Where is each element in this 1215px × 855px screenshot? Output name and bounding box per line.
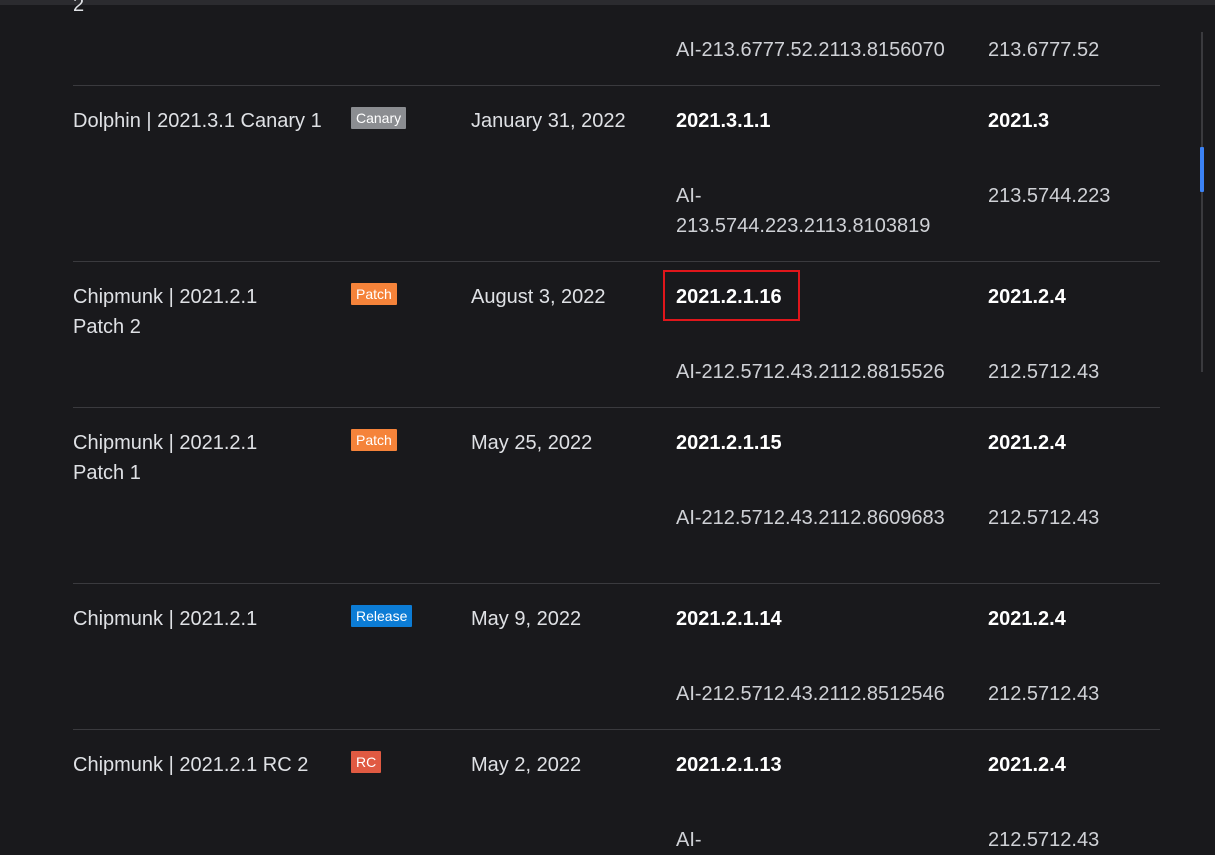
rc-badge: RC (351, 751, 382, 773)
release-date: January 31, 2022 (471, 110, 626, 132)
table-row: Chipmunk | 2021.2.1 Patch 2 Patch August… (73, 262, 1160, 408)
ai-build: AI-212.5712.43.2112.8609683 (676, 507, 945, 529)
ai-build: AI-212.5712.43.2112.8815526 (676, 361, 945, 383)
intellij-version: 2021.2.4 (988, 432, 1066, 454)
release-date: May 9, 2022 (471, 608, 582, 630)
table-row: Chipmunk | 2021.2.1 Patch 1 Patch May 25… (73, 408, 1160, 584)
ai-build: AI-212.5712.43.2112.8512546 (676, 683, 945, 705)
studio-version: 2021.2.1.13 (676, 754, 782, 776)
intellij-version: 2021.2.4 (988, 286, 1066, 308)
release-date: May 2, 2022 (471, 754, 582, 776)
table-row: Dolphin | 2021.3.1 Canary 1 Canary Janua… (73, 86, 1160, 262)
table-row: Chipmunk | 2021.2.1 Release May 9, 2022 … (73, 584, 1160, 730)
release-name[interactable]: Chipmunk | 2021.2.1 Patch 2 (73, 282, 273, 342)
studio-version: 2021.2.1.14 (676, 608, 782, 630)
scrollbar-thumb[interactable] (1200, 147, 1204, 192)
ai-build: AI-213.5744.223.2113.8103819 (676, 185, 931, 237)
intellij-version: 2021.2.4 (988, 754, 1066, 776)
canary-badge: Canary (351, 107, 407, 129)
release-name: 2 (73, 0, 85, 16)
studio-version: 2021.3.1.1 (676, 110, 771, 132)
platform-build: 212.5712.43 (988, 507, 1100, 529)
patch-badge: Patch (351, 283, 397, 305)
studio-version: 2021.2.1.15 (676, 432, 782, 454)
table-row: Chipmunk | 2021.2.1 RC 2 RC May 2, 2022 … (73, 730, 1160, 851)
platform-build: 213.5744.223 (988, 185, 1111, 207)
release-badge: Release (351, 605, 413, 627)
release-date: May 25, 2022 (471, 432, 593, 454)
intellij-version: 2021.2.4 (988, 608, 1066, 630)
release-name[interactable]: Chipmunk | 2021.2.1 (73, 604, 338, 634)
release-name[interactable]: Chipmunk | 2021.2.1 Patch 1 (73, 428, 273, 488)
release-date: August 3, 2022 (471, 286, 606, 308)
intellij-version: 2021.3 (988, 110, 1050, 132)
ai-build: AI-213.6777.52.2113.8156070 (676, 39, 945, 61)
highlight-box (663, 270, 800, 321)
scrollbar-track[interactable] (1201, 32, 1203, 372)
release-name[interactable]: Dolphin | 2021.3.1 Canary 1 (73, 106, 338, 136)
platform-build: 213.6777.52 (988, 39, 1100, 61)
release-name[interactable]: Chipmunk | 2021.2.1 RC 2 (73, 750, 338, 780)
platform-build: 212.5712.43 (988, 683, 1100, 705)
patch-badge: Patch (351, 429, 397, 451)
table-row: 2 AI-213.6777.52.2113.8156070 213.6777.5… (73, 0, 1160, 86)
platform-build: 212.5712.43 (988, 361, 1100, 383)
